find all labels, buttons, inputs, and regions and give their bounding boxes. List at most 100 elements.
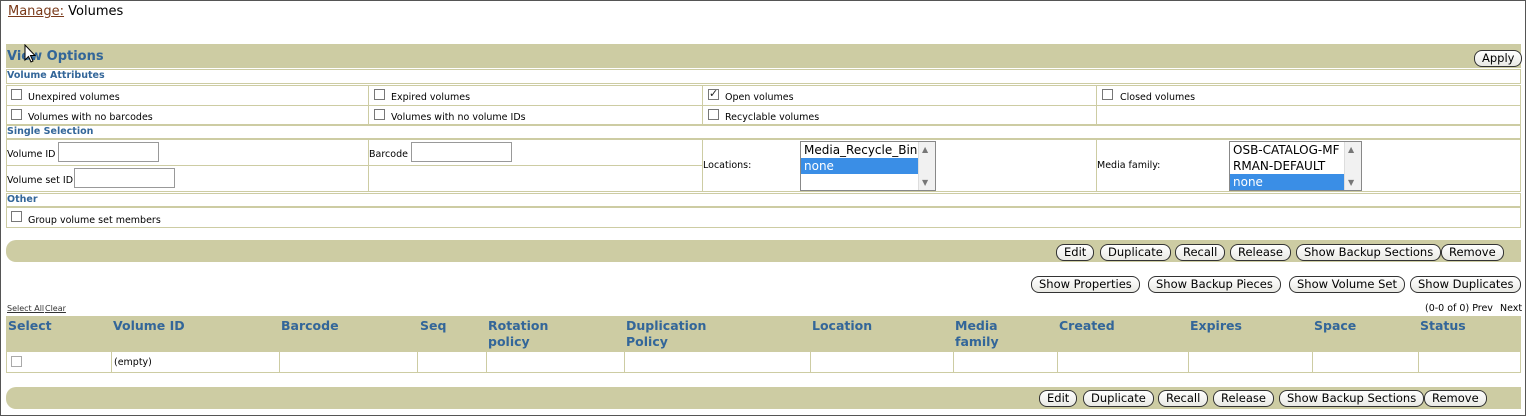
divider (486, 351, 487, 373)
recall-button[interactable]: Recall (1158, 390, 1209, 407)
volume-set-id-input[interactable] (74, 168, 175, 188)
barcode-label: Barcode (369, 149, 408, 160)
table-header (6, 316, 1521, 351)
duplicate-button[interactable]: Duplicate (1083, 390, 1154, 407)
empty-cell: (empty) (114, 357, 152, 368)
scroll-up-icon: ▲ (1348, 145, 1355, 154)
table-row (6, 351, 1521, 373)
toolbar-band-top (6, 240, 1521, 262)
pagination: (0-0 of 0) Prev Next (1425, 303, 1522, 314)
no-volume-ids-checkbox[interactable] (374, 109, 385, 120)
locations-option[interactable]: none (801, 158, 935, 174)
scroll-up-icon: ▲ (922, 145, 929, 154)
clear-link[interactable]: Clear (45, 304, 66, 313)
unexpired-volumes-label: Unexpired volumes (28, 92, 120, 103)
no-volume-ids-label: Volumes with no volume IDs (391, 112, 526, 123)
open-volumes-checkbox[interactable] (708, 87, 719, 100)
divider (368, 139, 369, 192)
show-backup-sections-button[interactable]: Show Backup Sections (1296, 244, 1442, 261)
media-family-listbox[interactable]: OSB-CATALOG-MF RMAN-DEFAULT none ▲ ▼ (1229, 141, 1362, 191)
volume-attributes-section (6, 69, 1521, 84)
edit-button[interactable]: Edit (1039, 390, 1078, 407)
scroll-down-icon: ▼ (1348, 178, 1355, 187)
divider (953, 351, 954, 373)
release-button[interactable]: Release (1213, 390, 1274, 407)
next-link[interactable]: Next (1500, 303, 1522, 314)
column-header-status[interactable]: Status (1420, 318, 1466, 334)
closed-volumes-label: Closed volumes (1120, 92, 1196, 103)
divider (279, 351, 280, 373)
column-header-volume-id[interactable]: Volume ID (113, 318, 185, 334)
view-options-header (6, 44, 1521, 68)
expired-volumes-checkbox[interactable] (374, 89, 385, 100)
no-barcodes-label: Volumes with no barcodes (28, 112, 153, 123)
column-header-expires[interactable]: Expires (1190, 318, 1242, 334)
divider (1312, 351, 1313, 373)
locations-option[interactable]: Media_Recycle_Bin (801, 142, 935, 158)
divider (1188, 351, 1189, 373)
column-header-media-family[interactable]: Media family (955, 318, 999, 350)
view-options-title: View Options (7, 49, 104, 64)
remove-button[interactable]: Remove (1441, 244, 1504, 261)
divider (417, 351, 418, 373)
divider (702, 85, 703, 125)
column-header-created[interactable]: Created (1059, 318, 1115, 334)
locations-label: Locations: (703, 160, 752, 171)
column-header-location[interactable]: Location (812, 318, 872, 334)
column-header-select: Select (8, 318, 52, 333)
media-family-option[interactable]: RMAN-DEFAULT (1230, 158, 1361, 174)
breadcrumb-manage-link[interactable]: Manage: (8, 4, 64, 19)
prev-link[interactable]: Prev (1472, 303, 1493, 314)
barcode-input[interactable] (411, 142, 512, 162)
closed-volumes-checkbox[interactable] (1102, 89, 1113, 100)
recall-button[interactable]: Recall (1175, 244, 1226, 261)
single-selection-heading: Single Selection (7, 126, 94, 137)
media-family-option[interactable]: none (1230, 174, 1361, 190)
show-backup-pieces-button[interactable]: Show Backup Pieces (1148, 276, 1281, 293)
volume-id-input[interactable] (58, 142, 159, 162)
select-all-link[interactable]: Select All (7, 304, 44, 313)
show-backup-sections-button[interactable]: Show Backup Sections (1279, 390, 1425, 407)
divider (1418, 351, 1419, 373)
recyclable-volumes-label: Recyclable volumes (725, 112, 820, 123)
locations-listbox[interactable]: Media_Recycle_Bin none ▲ ▼ (800, 141, 936, 191)
media-family-scrollbar[interactable]: ▲ ▼ (1344, 142, 1361, 190)
scroll-down-icon: ▼ (922, 178, 929, 187)
divider (1057, 351, 1058, 373)
release-button[interactable]: Release (1230, 244, 1291, 261)
divider (111, 351, 112, 373)
show-properties-button[interactable]: Show Properties (1031, 276, 1140, 293)
expired-volumes-label: Expired volumes (391, 92, 471, 103)
single-selection-section (6, 125, 1521, 139)
pagination-range: (0-0 of 0) (1425, 303, 1470, 314)
column-header-seq[interactable]: Seq (420, 318, 446, 334)
other-section (6, 193, 1521, 207)
group-volume-set-label: Group volume set members (28, 215, 161, 226)
divider (6, 165, 702, 166)
locations-scrollbar[interactable]: ▲ ▼ (918, 142, 935, 190)
group-volume-set-checkbox[interactable] (11, 211, 22, 222)
divider (1096, 85, 1097, 125)
remove-button[interactable]: Remove (1424, 390, 1487, 407)
media-family-option[interactable]: OSB-CATALOG-MF (1230, 142, 1361, 158)
mouse-cursor-icon (24, 44, 36, 63)
volume-attributes-heading: Volume Attributes (7, 70, 105, 81)
breadcrumb: Manage: Volumes (8, 4, 123, 19)
row-select-checkbox[interactable] (11, 356, 22, 367)
edit-button[interactable]: Edit (1056, 244, 1095, 261)
show-duplicates-button[interactable]: Show Duplicates (1410, 276, 1522, 293)
recyclable-volumes-checkbox[interactable] (708, 109, 719, 120)
column-header-barcode[interactable]: Barcode (281, 318, 339, 334)
column-header-space[interactable]: Space (1314, 318, 1356, 334)
column-header-duplication-policy[interactable]: Duplication Policy (626, 318, 706, 350)
apply-button[interactable]: Apply (1474, 50, 1523, 67)
other-body (6, 207, 1521, 228)
no-barcodes-checkbox[interactable] (11, 109, 22, 120)
show-volume-set-button[interactable]: Show Volume Set (1289, 276, 1405, 293)
duplicate-button[interactable]: Duplicate (1100, 244, 1171, 261)
column-header-rotation-policy[interactable]: Rotation policy (488, 318, 548, 350)
media-family-label: Media family: (1097, 160, 1161, 171)
divider (624, 351, 625, 373)
volume-id-label: Volume ID (7, 149, 56, 160)
unexpired-volumes-checkbox[interactable] (11, 89, 22, 100)
